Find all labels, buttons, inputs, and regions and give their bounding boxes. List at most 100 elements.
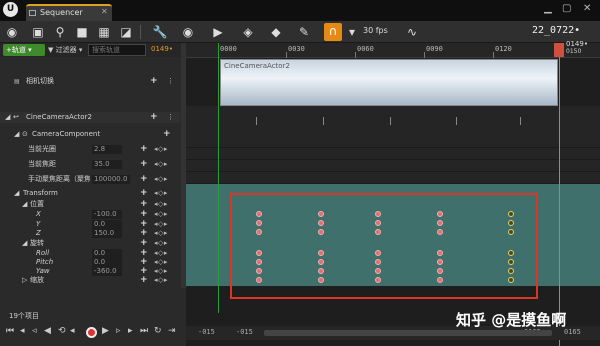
transform-track[interactable]: ◢ Transform + ◂◇▸ — [0, 188, 180, 199]
play-icon[interactable]: ▶ — [102, 326, 109, 336]
time-ruler[interactable]: 0000 0030 0060 0090 0120 — [186, 43, 600, 58]
magnet-icon[interactable]: ∩ — [324, 23, 342, 41]
loop-icon[interactable]: ⟲ — [58, 326, 66, 336]
key-nav-icon[interactable]: ◂◇▸ — [154, 159, 168, 170]
current-frame: 0149• — [151, 45, 173, 53]
horizontal-scrollbar[interactable] — [264, 330, 552, 336]
add-icon[interactable]: + — [150, 112, 158, 123]
key-nav-icon[interactable]: ◂◇▸ — [154, 144, 168, 155]
stop-icon[interactable]: ◂ — [70, 326, 75, 336]
scale-group[interactable]: ▷ 缩放 + ◂◇▸ — [0, 275, 180, 286]
add-key-icon[interactable]: + — [140, 188, 148, 199]
channel-value[interactable]: -100.0 — [92, 210, 122, 219]
component-lane — [186, 148, 600, 160]
add-key-icon[interactable]: + — [140, 159, 148, 170]
jump-start-icon[interactable]: ⏮ — [6, 326, 14, 336]
unreal-logo-icon: U — [3, 2, 18, 17]
item-count: 19个项目 — [9, 312, 39, 320]
playhead-end-frame: 0150 — [566, 48, 582, 55]
playhead-line[interactable] — [559, 43, 560, 346]
camera-cut-section[interactable]: CineCameraActor2 — [220, 59, 558, 106]
tab-label: Sequencer — [40, 8, 83, 17]
step-forward-icon[interactable]: ▹ — [116, 326, 121, 336]
range-start[interactable]: -015 — [198, 328, 215, 336]
actor-lane — [186, 106, 600, 148]
close-icon[interactable]: ✕ — [101, 7, 108, 16]
collapsed-icon[interactable]: ▷ — [22, 275, 27, 286]
property-value[interactable]: 2.8 — [92, 145, 122, 154]
play-reverse-icon[interactable]: ◀ — [44, 326, 51, 336]
watermark: 知乎 @是摸鱼啊 — [456, 311, 567, 329]
minimize-icon[interactable]: ▁ — [544, 3, 552, 14]
filter-button[interactable]: ▼ 过滤器 ▾ — [48, 45, 82, 55]
property-label: 当前光圈 — [28, 145, 56, 153]
property-label: 手动聚焦距离（聚焦 — [28, 175, 90, 183]
expand-icon[interactable]: ◢ — [14, 188, 19, 199]
playhead-frame: 0149• — [566, 40, 588, 48]
next-key-icon[interactable]: ▸ — [128, 326, 133, 336]
property-row[interactable]: 当前焦距 35.0 + ◂◇▸ — [0, 159, 180, 170]
key-nav-icon[interactable]: ◂◇▸ — [154, 275, 168, 286]
title-bar: U Sequencer ✕ ▁ ▢ ✕ — [0, 0, 600, 21]
property-lane — [186, 160, 600, 172]
search-input[interactable]: 搜索轨道 — [88, 44, 146, 56]
expand-icon[interactable]: ◢ — [14, 129, 19, 140]
render-icon[interactable]: ◪ — [118, 24, 134, 40]
property-value[interactable]: 100000.0 — [92, 175, 130, 184]
chevron-down-icon[interactable]: ▾ — [344, 24, 360, 40]
options-icon[interactable]: ⋮ — [167, 76, 174, 87]
curve-icon[interactable]: ✎ — [296, 24, 312, 40]
add-icon[interactable]: + — [163, 129, 171, 140]
film-icon[interactable]: ▦ — [96, 24, 112, 40]
tag-icon[interactable]: ◆ — [268, 24, 284, 40]
timeline-area[interactable]: 0000 0030 0060 0090 0120 CineCameraActor… — [186, 40, 600, 346]
camera-cut-track[interactable]: ▤ 相机切换 + ⋮ — [0, 76, 180, 87]
section-mark — [520, 117, 521, 125]
step-back-icon[interactable]: ◃ — [32, 326, 37, 336]
group-label: 缩放 — [30, 276, 44, 284]
timecode[interactable]: 22_0722• — [532, 25, 580, 36]
play-icon[interactable]: ▶ — [210, 24, 226, 40]
component-track[interactable]: ◢ ⊙ CameraComponent + — [0, 129, 180, 140]
camera-icon[interactable]: ■ — [74, 24, 90, 40]
property-row[interactable]: 手动聚焦距离（聚焦 100000.0 + ◂◇▸ — [0, 174, 180, 185]
world-icon[interactable]: ◉ — [4, 24, 20, 40]
add-key-icon[interactable]: + — [140, 174, 148, 185]
eye-icon[interactable]: ◉ — [180, 24, 196, 40]
maximize-icon[interactable]: ▢ — [562, 3, 571, 14]
key-nav-icon[interactable]: ◂◇▸ — [154, 174, 168, 185]
channel-value[interactable]: 150.0 — [92, 229, 122, 238]
unreal-icon[interactable]: ◈ — [240, 24, 256, 40]
property-value[interactable]: 35.0 — [92, 160, 122, 169]
filter-bar: +轨道 ▾ ▼ 过滤器 ▾ 搜索轨道 0149• — [0, 43, 186, 57]
separator — [140, 25, 141, 39]
expand-icon[interactable]: ◢ — [5, 112, 10, 123]
add-track-button[interactable]: +轨道 ▾ — [3, 44, 45, 56]
range-end[interactable]: 0165 — [564, 328, 581, 336]
graph-icon[interactable]: ∿ — [404, 24, 420, 40]
search-icon[interactable]: ⚲ — [52, 24, 68, 40]
property-row[interactable]: 当前光圈 2.8 + ◂◇▸ — [0, 144, 180, 155]
property-lane — [186, 172, 600, 184]
close-window-icon[interactable]: ✕ — [583, 3, 591, 14]
wrench-icon[interactable]: 🔧 — [152, 24, 168, 40]
prev-key-icon[interactable]: ◂ — [20, 326, 25, 336]
tab-sequencer[interactable]: Sequencer ✕ — [26, 4, 112, 21]
playhead-handle[interactable] — [554, 43, 564, 57]
tick-label: 0120 — [495, 45, 512, 53]
jump-end-icon[interactable]: ⏭ — [140, 326, 148, 336]
save-icon[interactable]: ▣ — [30, 24, 46, 40]
range-icon[interactable]: ⇥ — [168, 326, 176, 336]
camera-cut-icon: ▤ — [14, 78, 20, 85]
record-button[interactable] — [86, 327, 97, 338]
key-nav-icon[interactable]: ◂◇▸ — [154, 188, 168, 199]
add-key-icon[interactable]: + — [140, 144, 148, 155]
options-icon[interactable]: ⋮ — [167, 112, 174, 123]
view-start[interactable]: -015 — [236, 328, 253, 336]
component-icon: ⊙ — [22, 130, 28, 138]
add-key-icon[interactable]: + — [140, 275, 148, 286]
actor-track[interactable]: ◢ ↩ CineCameraActor2 + ⋮ — [0, 112, 180, 123]
add-icon[interactable]: + — [150, 76, 158, 87]
loop-mode-icon[interactable]: ↻ — [154, 326, 162, 336]
fps-dropdown[interactable]: 30 fps — [363, 26, 388, 35]
